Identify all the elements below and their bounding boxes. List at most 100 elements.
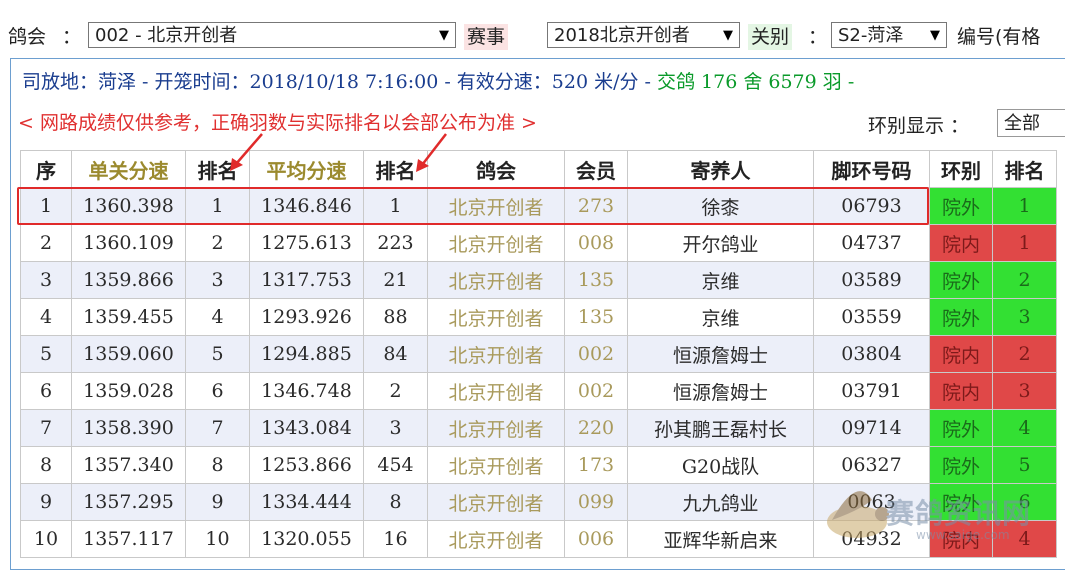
cell-leg-speed: 1359.455	[71, 298, 186, 336]
cell-club: 北京开创者	[427, 372, 565, 410]
ring-display-value: 全部	[1004, 113, 1040, 134]
ring-display-select[interactable]: 全部	[997, 109, 1065, 137]
cell-leg-rank: 5	[185, 335, 250, 373]
table-row[interactable]: 3 1359.866 3 1317.753 21 北京开创者 135 京维 03589 院外 2	[20, 261, 1057, 299]
club-label: 鸽会	[8, 26, 47, 48]
cell-seq: 9	[20, 483, 72, 521]
cell-ring-number: 03791	[813, 372, 930, 410]
cell-owner: 亚辉华新启来	[627, 520, 814, 558]
table-row[interactable]: 2 1360.109 2 1275.613 223 北京开创者 008 开尔鸽业 04737 院内…	[20, 224, 1057, 262]
cell-ring-number: 03589	[813, 261, 930, 299]
cell-ring-rank: 1	[992, 187, 1057, 225]
cell-avg-speed: 1275.613	[249, 224, 364, 262]
race-select[interactable]: 2018北京开创者 ▼	[547, 22, 740, 48]
cell-avg-rank: 84	[363, 335, 428, 373]
cell-leg-rank: 2	[185, 224, 250, 262]
leg-colon: ：	[808, 26, 828, 48]
cell-avg-rank: 8	[363, 483, 428, 521]
cell-leg-speed: 1357.295	[71, 483, 186, 521]
cell-leg-rank: 6	[185, 372, 250, 410]
cell-leg-rank: 9	[185, 483, 250, 521]
col-header-seq[interactable]: 序	[20, 150, 72, 188]
cell-ring-rank: 6	[992, 483, 1057, 521]
cell-avg-speed: 1294.885	[249, 335, 364, 373]
cell-avg-speed: 1320.055	[249, 520, 364, 558]
cell-ring-number: 04737	[813, 224, 930, 262]
cell-member: 008	[564, 224, 628, 262]
cell-ring-rank: 2	[992, 261, 1057, 299]
cell-ring-type: 院外	[929, 409, 993, 447]
cell-ring-rank: 3	[992, 372, 1057, 410]
cell-leg-rank: 3	[185, 261, 250, 299]
cell-ring-number: 03804	[813, 335, 930, 373]
cell-leg-rank: 8	[185, 446, 250, 484]
leg-select-value: S2-菏泽	[838, 25, 904, 46]
cell-leg-speed: 1360.109	[71, 224, 186, 262]
cell-leg-speed: 1359.866	[71, 261, 186, 299]
table-row[interactable]: 6 1359.028 6 1346.748 2 北京开创者 002 恒源詹姆士 03791 院内 3	[20, 372, 1057, 410]
col-header-club[interactable]: 鸽会	[427, 150, 565, 188]
cell-club: 北京开创者	[427, 483, 565, 521]
cell-member: 002	[564, 372, 628, 410]
cell-member: 006	[564, 520, 628, 558]
table-header-row: 序 单关分速 排名 平均分速 排名 鸽会 会员 寄养人 脚环号码 环别 排名	[20, 150, 1057, 188]
cell-club: 北京开创者	[427, 446, 565, 484]
table-row[interactable]: 7 1358.390 7 1343.084 3 北京开创者 220 孙其鹏王磊村长 09714 院…	[20, 409, 1057, 447]
cell-ring-number: 06327	[813, 446, 930, 484]
cell-member: 220	[564, 409, 628, 447]
cell-seq: 6	[20, 372, 72, 410]
cell-leg-speed: 1359.028	[71, 372, 186, 410]
cell-ring-type: 院内	[929, 372, 993, 410]
cell-avg-speed: 1346.846	[249, 187, 364, 225]
cell-member: 135	[564, 298, 628, 336]
cell-owner: 京维	[627, 298, 814, 336]
cell-leg-rank: 10	[185, 520, 250, 558]
table-row[interactable]: 9 1357.295 9 1334.444 8 北京开创者 099 九九鸽业 0063 院外 6	[20, 483, 1057, 521]
cell-ring-rank: 2	[992, 335, 1057, 373]
table-row[interactable]: 4 1359.455 4 1293.926 88 北京开创者 135 京维 03559 院外 3	[20, 298, 1057, 336]
cell-seq: 1	[20, 187, 72, 225]
col-header-ring-number[interactable]: 脚环号码	[813, 150, 930, 188]
table-row[interactable]: 10 1357.117 10 1320.055 16 北京开创者 006 亚辉华新启来 0493…	[20, 520, 1057, 558]
race-info-line: 司放地：菏泽 - 开笼时间：2018/10/18 7:16:00 - 有效分速：…	[22, 69, 854, 95]
col-header-ring-type[interactable]: 环别	[929, 150, 993, 188]
cell-seq: 5	[20, 335, 72, 373]
table-row[interactable]: 1 1360.398 1 1346.846 1 北京开创者 273 徐桼 06793 院外 1	[20, 187, 1057, 225]
cell-leg-speed: 1359.060	[71, 335, 186, 373]
cell-leg-speed: 1360.398	[71, 187, 186, 225]
cell-leg-rank: 4	[185, 298, 250, 336]
results-table: 序 单关分速 排名 平均分速 排名 鸽会 会员 寄养人 脚环号码 环别 排名 1…	[20, 150, 1057, 558]
cell-leg-rank: 1	[185, 187, 250, 225]
col-header-leg-speed[interactable]: 单关分速	[71, 150, 186, 188]
leg-select[interactable]: S2-菏泽 ▼	[831, 22, 947, 48]
col-header-avg-rank[interactable]: 排名	[363, 150, 428, 188]
cell-club: 北京开创者	[427, 187, 565, 225]
club-select[interactable]: 002 - 北京开创者 ▼	[88, 22, 456, 48]
col-header-ring-rank[interactable]: 排名	[992, 150, 1057, 188]
cell-club: 北京开创者	[427, 261, 565, 299]
cell-ring-rank: 1	[992, 224, 1057, 262]
cell-club: 北京开创者	[427, 298, 565, 336]
ring-number-label: 编号(有格	[957, 26, 1041, 48]
col-header-avg-speed[interactable]: 平均分速	[249, 150, 364, 188]
table-row[interactable]: 5 1359.060 5 1294.885 84 北京开创者 002 恒源詹姆士 03804 院内…	[20, 335, 1057, 373]
cell-avg-rank: 16	[363, 520, 428, 558]
cell-leg-speed: 1357.117	[71, 520, 186, 558]
cell-avg-speed: 1334.444	[249, 483, 364, 521]
cell-ring-number: 04932	[813, 520, 930, 558]
cell-avg-rank: 223	[363, 224, 428, 262]
chevron-down-icon: ▼	[723, 28, 733, 43]
col-header-leg-rank[interactable]: 排名	[185, 150, 250, 188]
cell-leg-speed: 1358.390	[71, 409, 186, 447]
cell-ring-rank: 4	[992, 409, 1057, 447]
cell-seq: 4	[20, 298, 72, 336]
cell-owner: 恒源詹姆士	[627, 372, 814, 410]
cell-ring-type: 院外	[929, 298, 993, 336]
table-row[interactable]: 8 1357.340 8 1253.866 454 北京开创者 173 G20战队 06327 院…	[20, 446, 1057, 484]
cell-member: 173	[564, 446, 628, 484]
col-header-owner[interactable]: 寄养人	[627, 150, 814, 188]
cell-ring-type: 院内	[929, 335, 993, 373]
cell-ring-rank: 4	[992, 520, 1057, 558]
chevron-down-icon: ▼	[439, 28, 449, 43]
col-header-member[interactable]: 会员	[564, 150, 628, 188]
